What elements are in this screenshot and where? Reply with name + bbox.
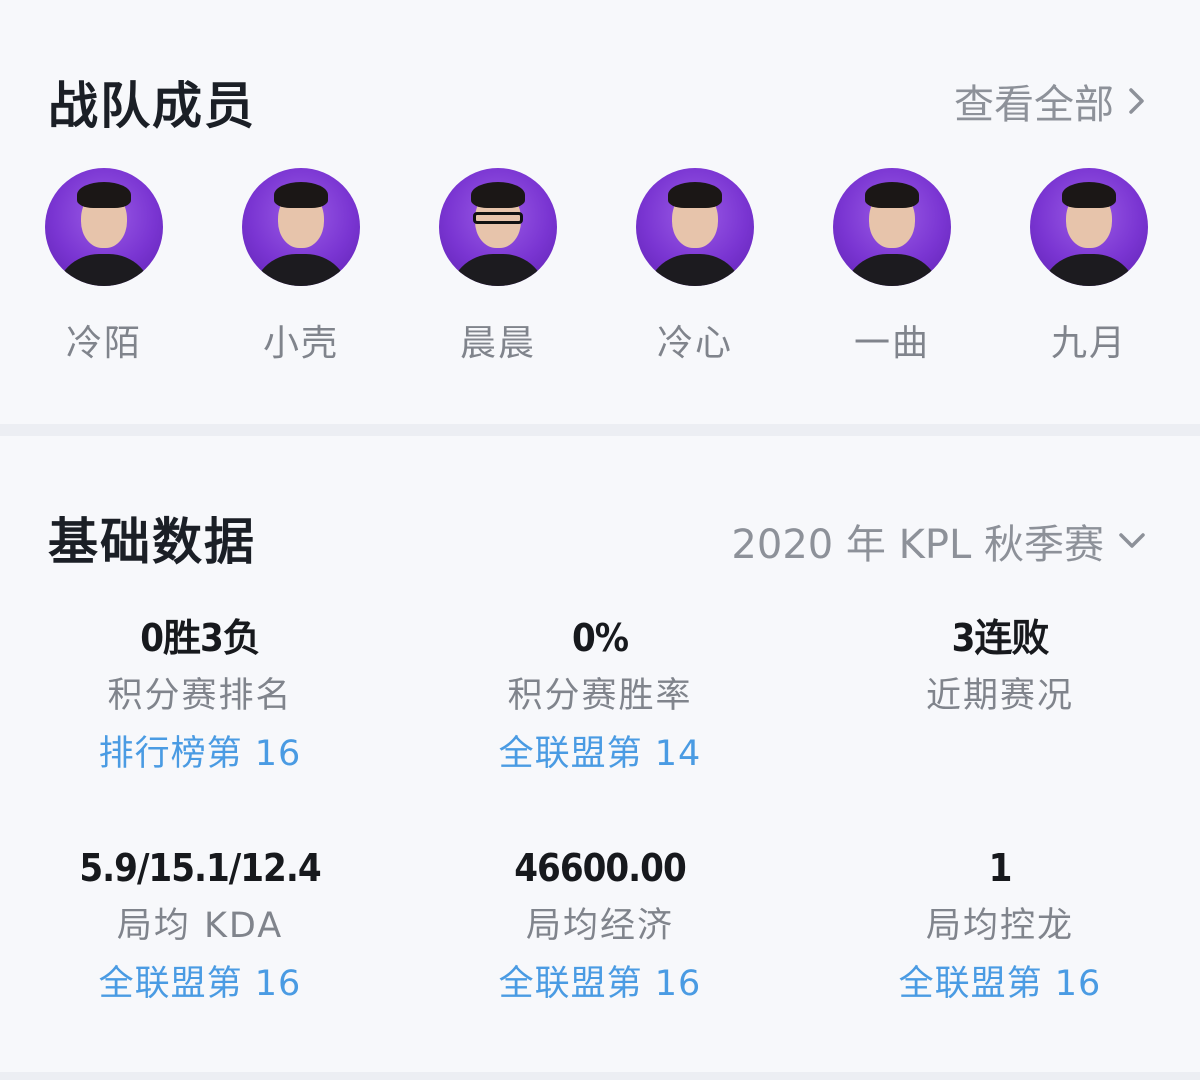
stat-rank-link[interactable]: 排行榜第 16 [0, 728, 400, 780]
member-name: 小壳 [262, 323, 339, 364]
team-members-title: 战队成员 [48, 77, 256, 135]
stat-value: 3连败 [951, 616, 1050, 660]
avatar [833, 168, 951, 286]
basic-stats-title: 基础数据 [48, 513, 256, 571]
avatar [636, 168, 754, 286]
stat-dragon-control: 1 局均控龙 全联盟第 16 [800, 842, 1200, 1010]
member-card[interactable]: 冷心 [615, 168, 775, 366]
member-list: 冷陌 小壳 晨晨 冷心 一曲 九月 [0, 168, 1200, 368]
stat-rank-link[interactable]: 全联盟第 16 [0, 958, 400, 1010]
member-name: 九月 [1050, 323, 1127, 364]
stat-rank-link[interactable]: 全联盟第 16 [400, 958, 800, 1010]
stat-label: 局均控龙 [925, 906, 1074, 946]
stat-label: 局均 KDA [116, 906, 284, 946]
member-name: 冷心 [656, 323, 733, 364]
avatar [242, 168, 360, 286]
member-card[interactable]: 小壳 [221, 168, 381, 366]
basic-stats-section: 基础数据 2020 年 KPL 秋季赛 0胜3负 积分赛排名 排行榜第 16 0… [0, 436, 1200, 1072]
stat-kda: 5.9/15.1/12.4 局均 KDA 全联盟第 16 [0, 842, 400, 1010]
season-selector-label: 2020 年 KPL 秋季赛 [731, 522, 1104, 568]
member-card[interactable]: 一曲 [812, 168, 972, 366]
stat-win-rate: 0% 积分赛胜率 全联盟第 14 [400, 612, 800, 780]
stat-value: 0胜3负 [140, 616, 261, 660]
stat-value: 5.9/15.1/12.4 [79, 846, 321, 890]
member-card[interactable]: 晨晨 [418, 168, 578, 366]
chevron-right-icon [1129, 88, 1144, 114]
avatar [1030, 168, 1148, 286]
avatar [439, 168, 557, 286]
stat-label: 局均经济 [525, 906, 674, 946]
season-selector[interactable]: 2020 年 KPL 秋季赛 [731, 512, 1148, 570]
member-card[interactable]: 冷陌 [24, 168, 184, 366]
member-name: 一曲 [853, 323, 930, 364]
member-name: 冷陌 [65, 323, 142, 364]
team-members-section: 战队成员 查看全部 冷陌 小壳 晨晨 冷心 一曲 九月 [0, 0, 1200, 424]
avatar [45, 168, 163, 286]
stat-rank-link[interactable]: 全联盟第 14 [400, 728, 800, 780]
stat-label: 积分赛胜率 [507, 676, 693, 716]
stat-record: 0胜3负 积分赛排名 排行榜第 16 [0, 612, 400, 780]
member-name: 晨晨 [459, 323, 536, 364]
stat-rank-link[interactable]: 全联盟第 16 [800, 958, 1200, 1010]
view-all-button[interactable]: 查看全部 [954, 72, 1148, 130]
section-divider [0, 424, 1200, 436]
stat-value: 1 [988, 846, 1013, 890]
stat-value: 46600.00 [514, 846, 687, 890]
stat-value: 0% [571, 616, 629, 660]
member-card[interactable]: 九月 [1009, 168, 1169, 366]
stat-economy: 46600.00 局均经济 全联盟第 16 [400, 842, 800, 1010]
chevron-down-icon [1119, 533, 1145, 548]
view-all-label: 查看全部 [954, 82, 1114, 128]
stat-label: 积分赛排名 [107, 676, 293, 716]
bottom-divider [0, 1072, 1200, 1080]
stat-recent-form: 3连败 近期赛况 [800, 612, 1200, 722]
stat-label: 近期赛况 [925, 676, 1074, 716]
